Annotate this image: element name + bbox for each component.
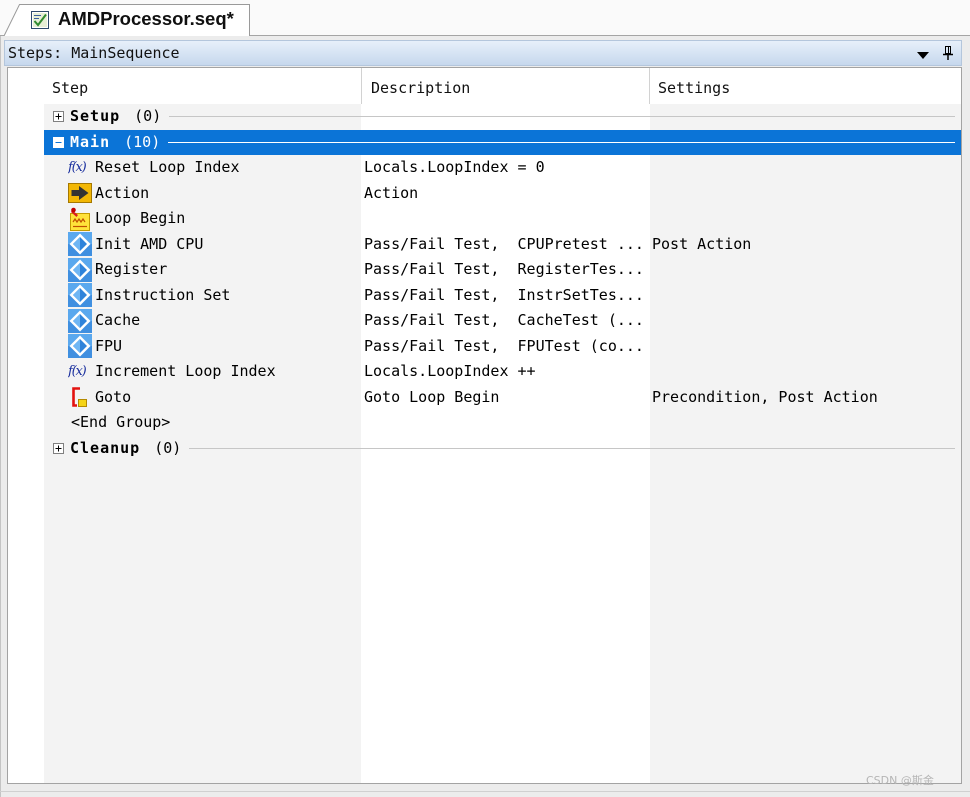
sequence-editor-window: AMDProcessor.seq* Steps: MainSequence St… (0, 0, 970, 797)
steps-pane-title: Steps: MainSequence (8, 44, 180, 62)
step-settings: Precondition, Post Action (652, 387, 878, 406)
group-divider-line (169, 116, 955, 118)
step-description: Action (364, 183, 419, 202)
group-step-count: (10) (124, 132, 161, 151)
step-name: Instruction Set (95, 285, 231, 304)
group-name: Main (70, 132, 111, 151)
step-row[interactable]: f(x) Reset Loop Index Locals.LoopIndex = 0 (44, 155, 961, 181)
step-group-row[interactable]: Main (10) (44, 129, 961, 156)
step-description: Pass/Fail Test, InstrSetTes... (364, 285, 644, 304)
step-settings: Post Action (652, 234, 752, 253)
step-description: Pass/Fail Test, CPUPretest ... (364, 234, 644, 253)
group-divider-line (168, 141, 955, 143)
step-description: Goto Loop Begin (364, 387, 500, 406)
column-header-step[interactable]: Step (52, 71, 88, 105)
function-icon: f(x) (68, 156, 92, 180)
pass-fail-test-icon (68, 232, 92, 257)
plus-box-icon (53, 442, 64, 454)
sequence-file-icon (31, 11, 49, 29)
step-row[interactable]: f(x) Increment Loop Index Locals.LoopIndex… (44, 359, 961, 385)
step-name: Cache (95, 311, 141, 329)
end-group-label: <End Group> (71, 413, 171, 431)
tab-title: AMDProcessor.seq* (58, 8, 234, 29)
document-tab[interactable]: AMDProcessor.seq* (0, 3, 252, 36)
pass-fail-test-icon (68, 334, 92, 359)
goto-icon (68, 385, 92, 409)
pass-fail-test-icon (68, 257, 92, 282)
step-name: Increment Loop Index (95, 362, 276, 380)
group-label: Setup (0) (70, 104, 955, 130)
step-group-row[interactable]: Setup (0) (44, 104, 961, 130)
watermark: CSDN @斯金 (866, 774, 934, 787)
column-divider[interactable] (649, 68, 650, 104)
group-step-count: (0) (134, 107, 162, 125)
step-name: Goto (95, 387, 132, 406)
group-label: Cleanup (0) (70, 436, 955, 462)
step-list: Setup (0) Main (10) f(x) Reset Loop Index Loca… (44, 104, 961, 461)
pass-fail-test-icon (68, 283, 92, 308)
step-name: Reset Loop Index (95, 158, 240, 176)
step-name: Loop Begin (95, 209, 186, 227)
step-row[interactable]: Register Pass/Fail Test, RegisterTes... (44, 257, 961, 283)
tab-strip-divider (249, 35, 970, 36)
column-header-row (44, 68, 961, 104)
minus-box-icon (53, 136, 64, 148)
step-group-row[interactable]: Cleanup (0) (44, 436, 961, 462)
step-name: FPU (95, 336, 123, 355)
step-row[interactable]: Cache Pass/Fail Test, CacheTest (... (44, 308, 961, 334)
end-group-row[interactable]: <End Group> (44, 410, 961, 436)
dropdown-arrow-icon[interactable] (916, 50, 930, 60)
step-name: Init AMD CPU (95, 234, 204, 253)
group-step-count: (0) (154, 438, 182, 457)
function-icon: f(x) (68, 360, 92, 384)
step-description: Pass/Fail Test, CacheTest (... (364, 311, 644, 329)
step-row[interactable]: Action Action (44, 181, 961, 207)
steps-pane-header: Steps: MainSequence (4, 40, 962, 66)
step-description: Pass/Fail Test, FPUTest (co... (364, 336, 644, 355)
group-name: Setup (70, 107, 121, 125)
window-bottom-edge (0, 791, 970, 792)
group-name: Cleanup (70, 438, 141, 457)
step-name: Register (95, 260, 168, 278)
window-left-edge (0, 36, 1, 797)
column-header-settings[interactable]: Settings (658, 71, 730, 105)
function-glyph: f(x) (68, 363, 87, 379)
step-row[interactable]: FPU Pass/Fail Test, FPUTest (co... (44, 334, 961, 360)
step-description: Locals.LoopIndex = 0 (364, 158, 545, 176)
step-row[interactable]: Instruction Set Pass/Fail Test, InstrSetT… (44, 283, 961, 309)
pass-fail-test-icon (68, 308, 92, 333)
loop-begin-icon (68, 207, 92, 231)
step-description: Pass/Fail Test, RegisterTes... (364, 260, 644, 278)
step-name: Action (95, 183, 150, 202)
plus-box-icon (53, 111, 64, 122)
column-header-description[interactable]: Description (371, 71, 470, 105)
expand-toggle[interactable] (53, 111, 64, 122)
column-divider[interactable] (361, 68, 362, 104)
expand-toggle[interactable] (53, 136, 64, 148)
step-row[interactable]: Loop Begin (44, 206, 961, 232)
function-glyph: f(x) (68, 159, 87, 175)
step-row[interactable]: Goto Goto Loop Begin Precondition, Post Ac… (44, 385, 961, 411)
group-divider-line (189, 447, 955, 449)
expand-toggle[interactable] (53, 442, 64, 454)
pin-icon[interactable] (942, 46, 954, 60)
step-description: Locals.LoopIndex ++ (364, 362, 536, 380)
action-icon (68, 181, 92, 205)
step-row[interactable]: Init AMD CPU Pass/Fail Test, CPUPretest .… (44, 232, 961, 258)
group-label: Main (10) (70, 130, 955, 156)
